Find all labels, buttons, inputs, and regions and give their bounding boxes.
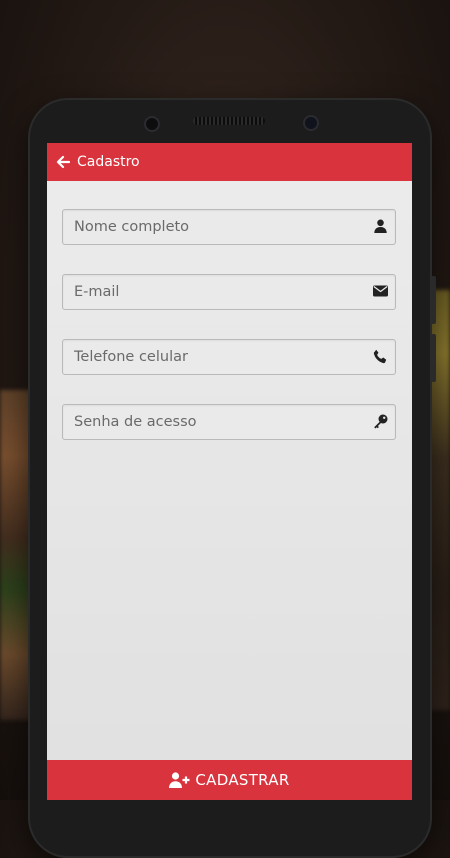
earpiece-speaker [193, 117, 265, 125]
front-camera [303, 115, 319, 131]
app-bar: Cadastro [47, 143, 412, 181]
phone-input[interactable] [63, 340, 395, 374]
arrow-left-icon[interactable] [55, 154, 71, 170]
app-screen: Cadastro Nome completo E-mail Telefone c… [47, 143, 412, 800]
envelope-icon [372, 283, 388, 299]
password-field-wrapper [62, 404, 396, 440]
user-plus-icon [169, 772, 191, 788]
phone-icon [372, 348, 388, 364]
email-field-wrapper [62, 274, 396, 310]
register-button-label: CADASTRAR [195, 771, 290, 789]
phone-power-button [431, 334, 436, 382]
password-input[interactable] [63, 405, 395, 439]
register-button[interactable]: CADASTRAR [47, 760, 412, 800]
name-input[interactable] [63, 210, 395, 244]
name-field-wrapper [62, 209, 396, 245]
register-form [47, 181, 412, 440]
phone-field-wrapper [62, 339, 396, 375]
email-input[interactable] [63, 275, 395, 309]
page-title: Cadastro [77, 154, 140, 170]
front-sensor [144, 116, 160, 132]
phone-volume-button [431, 276, 436, 324]
key-icon [372, 413, 388, 429]
user-icon [372, 218, 388, 234]
